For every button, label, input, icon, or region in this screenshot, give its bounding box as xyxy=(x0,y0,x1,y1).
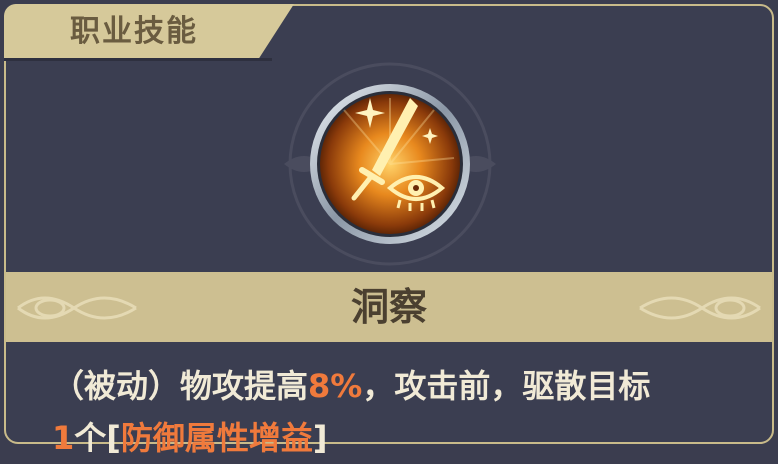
desc-text-2: ，攻击前，驱散目标 xyxy=(362,367,651,405)
skill-name: 洞察 xyxy=(350,285,427,329)
desc-bracket-close: ] xyxy=(312,419,328,457)
desc-unit: 个 xyxy=(74,419,107,457)
desc-value: 8% xyxy=(308,367,363,405)
desc-bracket-open: [ xyxy=(106,419,121,457)
header-divider xyxy=(4,58,272,61)
desc-count: 1 xyxy=(52,419,75,457)
skill-description: （被动）物攻提高8%，攻击前，驱散目标 1个[防御属性增益] xyxy=(52,360,752,464)
desc-keyword[interactable]: 防御属性增益 xyxy=(121,419,313,457)
desc-text-1: （被动）物攻提高 xyxy=(52,367,309,405)
panel-title: 职业技能 xyxy=(70,14,198,49)
skill-emblem[interactable] xyxy=(284,58,496,270)
